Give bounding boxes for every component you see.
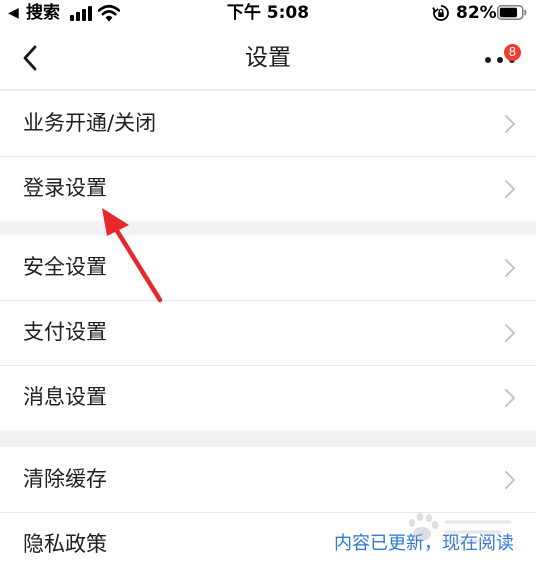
settings-item-login[interactable]: 登录设置 <box>0 156 536 221</box>
chevron-right-icon <box>505 324 515 342</box>
settings-item-label: 支付设置 <box>23 320 107 344</box>
settings-item-label: 安全设置 <box>23 255 107 279</box>
settings-item-label: 消息设置 <box>23 385 107 409</box>
settings-item-security[interactable]: 安全设置 <box>0 235 536 300</box>
chevron-right-icon <box>505 180 515 198</box>
privacy-update-link[interactable]: 内容已更新，现在阅读 <box>334 531 514 557</box>
settings-item-privacy-policy[interactable]: 隐私政策 内容已更新，现在阅读 <box>0 512 536 570</box>
settings-item-label: 清除缓存 <box>23 467 107 491</box>
settings-item-messages[interactable]: 消息设置 <box>0 365 536 430</box>
settings-item-clear-cache[interactable]: 清除缓存 <box>0 447 536 512</box>
settings-item-label: 隐私政策 <box>23 532 107 556</box>
settings-item-service-toggle[interactable]: 业务开通/关闭 <box>0 91 536 156</box>
navigation-bar: 设置 8 <box>0 26 536 90</box>
battery-icon <box>497 5 527 20</box>
chevron-right-icon <box>505 115 515 133</box>
settings-group-account: 业务开通/关闭 登录设置 <box>0 91 536 221</box>
chevron-right-icon <box>505 471 515 489</box>
settings-group-security: 安全设置 支付设置 消息设置 <box>0 235 536 430</box>
settings-item-payment[interactable]: 支付设置 <box>0 300 536 365</box>
chevron-left-icon[interactable] <box>18 44 42 72</box>
settings-item-label: 业务开通/关闭 <box>23 111 157 135</box>
settings-screen: ◀ 搜索 下午 5:08 82% 设置 8 业务开通/关闭 登录设置 安全设置 … <box>0 0 536 570</box>
notification-badge: 8 <box>504 44 521 61</box>
chevron-right-icon <box>505 389 515 407</box>
battery-percent: 82% <box>456 3 497 23</box>
settings-item-label: 登录设置 <box>23 176 107 200</box>
more-button[interactable]: 8 <box>480 44 522 74</box>
status-bar: ◀ 搜索 下午 5:08 82% <box>0 0 536 26</box>
settings-group-other: 清除缓存 隐私政策 内容已更新，现在阅读 <box>0 447 536 570</box>
page-title: 设置 <box>245 45 291 71</box>
chevron-right-icon <box>505 259 515 277</box>
rotation-lock-icon <box>432 5 449 21</box>
